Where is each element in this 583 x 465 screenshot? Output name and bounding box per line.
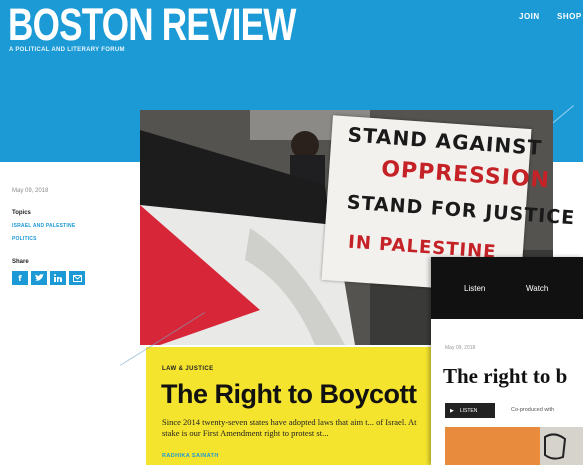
player-thumbnail[interactable] bbox=[445, 427, 583, 465]
email-icon[interactable] bbox=[69, 271, 85, 285]
listen-label: LISTEN bbox=[459, 407, 478, 414]
banner-line-2: OPPRESSION bbox=[380, 156, 551, 194]
topics-label: Topics bbox=[12, 210, 31, 216]
article-card[interactable]: LAW & JUSTICE The Right to Boycott Since… bbox=[146, 347, 438, 465]
article-excerpt: Since 2014 twenty-seven states have adop… bbox=[162, 417, 417, 438]
share-buttons: f bbox=[12, 271, 85, 285]
article-byline[interactable]: RADHIKA SAINATH bbox=[162, 453, 219, 459]
coproduced-note: Co-produced with bbox=[511, 407, 555, 413]
article-kicker[interactable]: LAW & JUSTICE bbox=[162, 366, 214, 372]
topic-link-israel-palestine[interactable]: ISRAEL AND PALESTINE bbox=[12, 223, 75, 229]
play-icon: ▶ bbox=[450, 407, 454, 414]
linkedin-icon[interactable] bbox=[50, 271, 66, 285]
tab-listen[interactable]: Listen bbox=[464, 284, 485, 293]
player-title[interactable]: The right to b bbox=[443, 364, 567, 389]
tab-watch[interactable]: Watch bbox=[526, 284, 548, 293]
article-date: May 09, 2018 bbox=[12, 188, 49, 194]
listen-button[interactable]: ▶ LISTEN bbox=[445, 403, 495, 418]
player-nav: Listen Watch bbox=[431, 257, 583, 319]
player-date: May 09, 2018 bbox=[445, 345, 476, 351]
site-tagline: A POLITICAL AND LITERARY FORUM bbox=[9, 47, 125, 53]
facebook-icon[interactable]: f bbox=[12, 271, 28, 285]
share-label: Share bbox=[12, 259, 29, 265]
site-logo[interactable]: BOSTON REVIEW bbox=[8, 2, 296, 48]
twitter-icon[interactable] bbox=[31, 271, 47, 285]
article-title[interactable]: The Right to Boycott bbox=[161, 379, 417, 410]
media-player-panel: Listen Watch May 09, 2018 The right to b… bbox=[431, 257, 583, 465]
join-link[interactable]: JOIN bbox=[519, 12, 540, 21]
banner-line-1: STAND AGAINST bbox=[346, 122, 543, 160]
shop-link[interactable]: SHOP bbox=[557, 12, 582, 21]
topic-link-politics[interactable]: POLITICS bbox=[12, 236, 37, 242]
